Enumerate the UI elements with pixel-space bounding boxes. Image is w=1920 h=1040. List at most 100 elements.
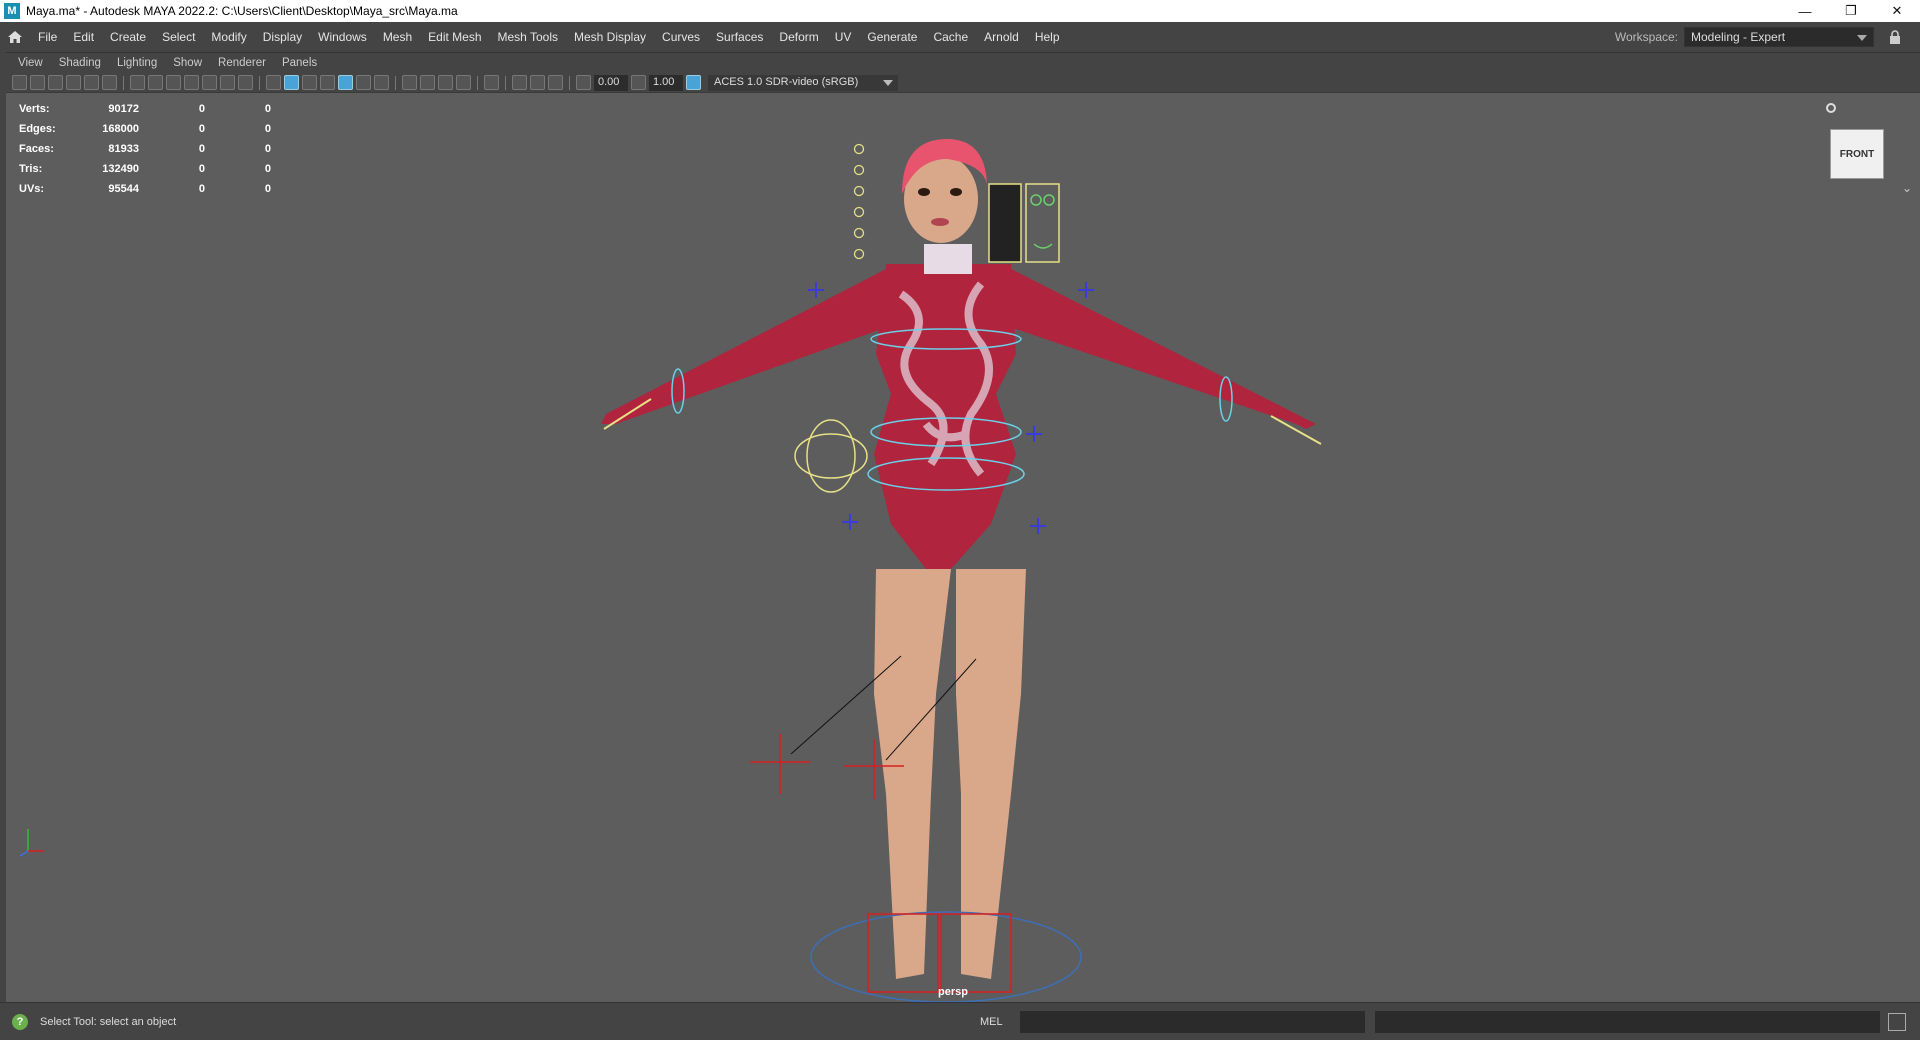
shoulder-locator-left[interactable]	[808, 282, 824, 298]
grid-icon[interactable]	[130, 75, 145, 90]
menu-deform[interactable]: Deform	[771, 22, 826, 52]
knee-locator-right[interactable]	[1030, 518, 1046, 534]
depth-of-field-icon[interactable]	[456, 75, 471, 90]
maya-app-icon: M	[4, 3, 20, 19]
default-lighting-icon[interactable]	[302, 75, 317, 90]
panel-menu-shading[interactable]: Shading	[51, 57, 109, 69]
face-eye-control[interactable]	[1030, 194, 1042, 206]
knee-locator-left[interactable]	[842, 514, 858, 530]
minimize-button[interactable]: —	[1782, 0, 1828, 22]
wireframe-icon[interactable]	[266, 75, 281, 90]
grease-pencil-icon[interactable]	[102, 75, 117, 90]
spine-ctrl-4[interactable]	[853, 206, 865, 218]
menu-surfaces[interactable]: Surfaces	[708, 22, 771, 52]
menu-edit[interactable]: Edit	[65, 22, 102, 52]
face-panel-control[interactable]	[988, 183, 1022, 263]
spine-ctrl-2[interactable]	[853, 164, 865, 176]
bookmark-icon[interactable]	[48, 75, 63, 90]
exposure-icon[interactable]	[576, 75, 591, 90]
mouth	[931, 218, 949, 226]
panel-menu-renderer[interactable]: Renderer	[210, 57, 274, 69]
hip-locator[interactable]	[1026, 426, 1042, 442]
character-model[interactable]	[601, 139, 1316, 979]
restore-button[interactable]: ❐	[1828, 0, 1874, 22]
command-line-input[interactable]	[1020, 1010, 1365, 1033]
anti-aliasing-icon[interactable]	[438, 75, 453, 90]
panel-menu-panels[interactable]: Panels	[274, 57, 325, 69]
workspace-dropdown[interactable]: Modeling - Expert	[1684, 27, 1874, 47]
close-button[interactable]: ✕	[1874, 0, 1920, 22]
image-plane-icon[interactable]	[66, 75, 81, 90]
gamma-field[interactable]: 1.00	[649, 74, 683, 91]
help-icon[interactable]: ?	[12, 1013, 28, 1030]
wireframe-on-shaded-icon[interactable]	[320, 75, 335, 90]
menu-uv[interactable]: UV	[827, 22, 860, 52]
script-language-toggle[interactable]: MEL	[980, 1016, 1020, 1028]
menu-windows[interactable]: Windows	[310, 22, 375, 52]
xray-joints-icon[interactable]	[548, 75, 563, 90]
viewcube-home-icon[interactable]	[1826, 103, 1836, 113]
color-management-icon[interactable]	[686, 75, 701, 90]
safe-title-icon[interactable]	[238, 75, 253, 90]
toolbar-separator	[477, 75, 478, 90]
face-eye-control[interactable]	[1043, 194, 1055, 206]
toolbar-separator	[395, 75, 396, 90]
camera-name-label: persp	[938, 986, 968, 998]
use-all-lights-icon[interactable]	[356, 75, 371, 90]
xray-icon[interactable]	[512, 75, 527, 90]
spine-ctrl-1[interactable]	[853, 143, 865, 155]
menu-help[interactable]: Help	[1027, 22, 1068, 52]
face-expression-control[interactable]	[1025, 183, 1060, 263]
menu-mesh-tools[interactable]: Mesh Tools	[490, 22, 566, 52]
menu-file[interactable]: File	[30, 22, 65, 52]
menu-cache[interactable]: Cache	[925, 22, 976, 52]
lock-icon[interactable]	[1888, 30, 1902, 44]
menu-display[interactable]: Display	[255, 22, 310, 52]
camera-attributes-icon[interactable]	[30, 75, 45, 90]
xray-active-icon[interactable]	[530, 75, 545, 90]
camera-select-icon[interactable]	[12, 75, 27, 90]
spine-ctrl-6[interactable]	[853, 248, 865, 260]
menu-create[interactable]: Create	[102, 22, 154, 52]
smooth-shade-icon[interactable]	[284, 75, 299, 90]
menu-edit-mesh[interactable]: Edit Mesh	[420, 22, 489, 52]
shadows-icon[interactable]	[374, 75, 389, 90]
toolbar-separator	[505, 75, 506, 90]
panel-menu-lighting[interactable]: Lighting	[109, 57, 165, 69]
script-editor-icon[interactable]	[1888, 1012, 1906, 1031]
menu-mesh-display[interactable]: Mesh Display	[566, 22, 654, 52]
foot-ik-target-left[interactable]	[750, 734, 810, 794]
resolution-gate-icon[interactable]	[166, 75, 181, 90]
field-chart-icon[interactable]	[202, 75, 217, 90]
film-gate-icon[interactable]	[148, 75, 163, 90]
spine-ctrl-3[interactable]	[853, 185, 865, 197]
3d-viewport[interactable]	[6, 94, 1920, 1003]
isolate-select-icon[interactable]	[484, 75, 499, 90]
menu-curves[interactable]: Curves	[654, 22, 708, 52]
face-mouth-control[interactable]	[1033, 243, 1053, 249]
home-icon[interactable]	[0, 22, 30, 52]
menu-arnold[interactable]: Arnold	[976, 22, 1027, 52]
textured-icon[interactable]	[338, 75, 353, 90]
screen-space-ao-icon[interactable]	[402, 75, 417, 90]
exposure-field[interactable]: 0.00	[594, 74, 628, 91]
viewcube[interactable]: FRONT	[1830, 129, 1884, 179]
menu-select[interactable]: Select	[154, 22, 203, 52]
panel-menu-view[interactable]: View	[10, 57, 51, 69]
menu-modify[interactable]: Modify	[203, 22, 254, 52]
title-bar: M Maya.ma* - Autodesk MAYA 2022.2: C:\Us…	[0, 0, 1920, 22]
2d-pan-zoom-icon[interactable]	[84, 75, 99, 90]
view-transform-dropdown[interactable]: ACES 1.0 SDR-video (sRGB)	[708, 74, 898, 91]
gamma-icon[interactable]	[631, 75, 646, 90]
safe-action-icon[interactable]	[220, 75, 235, 90]
spine-ctrl-5[interactable]	[853, 227, 865, 239]
ik-fk-switch-ring[interactable]	[794, 433, 868, 479]
menu-generate[interactable]: Generate	[859, 22, 925, 52]
menu-mesh[interactable]: Mesh	[375, 22, 420, 52]
ik-fk-switch-control[interactable]	[806, 419, 856, 493]
gate-mask-icon[interactable]	[184, 75, 199, 90]
chevron-down-icon[interactable]: ⌄	[1902, 181, 1912, 195]
shoulder-locator-right[interactable]	[1078, 282, 1094, 298]
motion-blur-icon[interactable]	[420, 75, 435, 90]
panel-menu-show[interactable]: Show	[165, 57, 210, 69]
